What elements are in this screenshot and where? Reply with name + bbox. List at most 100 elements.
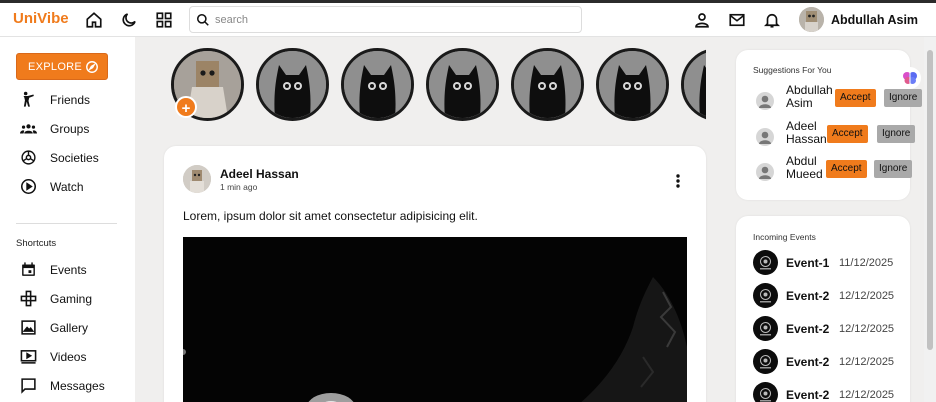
event-date: 12/12/2025	[839, 290, 895, 302]
person-placeholder-icon	[759, 131, 771, 144]
suggestion-first-name: Adeel	[786, 119, 817, 133]
event-logo	[753, 316, 778, 341]
shortcut-events[interactable]: Events	[20, 260, 130, 280]
event-date: 11/12/2025	[839, 257, 894, 269]
shortcut-messages[interactable]: Messages	[20, 376, 130, 396]
groups-icon	[20, 124, 37, 134]
event-row[interactable]: Event-2 12/12/2025	[753, 283, 903, 309]
shortcut-label: Gallery	[50, 321, 89, 335]
event-row[interactable]: Event-1 11/12/2025	[753, 250, 903, 276]
event-row[interactable]: Event-2 12/12/2025	[753, 382, 903, 402]
black-cat-icon	[599, 51, 666, 118]
shortcut-gallery[interactable]: Gallery	[20, 318, 130, 338]
dark-mode-icon[interactable]	[120, 11, 138, 29]
black-cat-icon	[344, 51, 411, 118]
profile-icon[interactable]	[693, 11, 711, 29]
suggestion-last-name: Mueed	[786, 167, 823, 181]
story-item[interactable]	[596, 48, 669, 121]
brain-icon	[903, 72, 917, 85]
explore-button[interactable]: EXPLORE	[16, 53, 108, 80]
more-options-icon[interactable]	[672, 173, 684, 189]
search-bar[interactable]	[189, 6, 582, 33]
accept-button[interactable]: Accept	[835, 89, 876, 107]
suggestions-title: Suggestions For You	[753, 65, 832, 75]
incoming-events-card: Incoming Events Event-1 11/12/2025 Event…	[736, 216, 910, 402]
sidebar-item-friends[interactable]: Friends	[20, 90, 130, 110]
scrollbar-thumb[interactable]	[927, 50, 933, 350]
suggestion-last-name: Hassan	[786, 132, 827, 146]
story-item[interactable]	[681, 48, 706, 121]
shortcut-videos[interactable]: Videos	[20, 347, 130, 367]
story-item[interactable]	[341, 48, 414, 121]
suggestions-card: Suggestions For You Abdullah Asim Accept …	[736, 50, 923, 200]
ignore-button[interactable]: Ignore	[884, 89, 923, 107]
story-item[interactable]	[511, 48, 584, 121]
post-author-name[interactable]: Adeel Hassan	[220, 167, 299, 181]
cave-photo-icon	[183, 237, 687, 402]
event-date: 12/12/2025	[839, 389, 895, 401]
society-emblem-icon	[753, 250, 778, 275]
sidebar-item-watch[interactable]: Watch	[20, 177, 130, 197]
suggestion-name[interactable]: Abdullah Asim	[786, 84, 838, 110]
suggestion-first-name: Abdullah	[786, 83, 833, 97]
shortcut-gaming[interactable]: Gaming	[20, 289, 130, 309]
accept-button[interactable]: Accept	[826, 160, 867, 178]
top-bar: UniVibe Abdullah Asim	[0, 0, 936, 37]
society-emblem-icon	[753, 316, 778, 341]
search-input[interactable]	[215, 11, 565, 29]
notification-bell-icon[interactable]	[763, 11, 781, 29]
apps-grid-icon[interactable]	[155, 11, 173, 29]
avatar[interactable]	[756, 92, 774, 110]
story-item[interactable]	[256, 48, 329, 121]
event-row[interactable]: Event-2 12/12/2025	[753, 349, 903, 375]
sidebar-item-groups[interactable]: Groups	[20, 119, 130, 139]
event-date: 12/12/2025	[839, 356, 895, 368]
home-icon[interactable]	[85, 11, 103, 29]
black-cat-icon	[259, 51, 326, 118]
ignore-button[interactable]: Ignore	[874, 160, 913, 178]
add-story-button[interactable]: +	[175, 96, 197, 118]
suggestion-last-name: Asim	[786, 96, 813, 110]
event-name: Event-2	[786, 355, 830, 369]
suggestion-first-name: Abdul	[786, 154, 817, 168]
app-logo[interactable]: UniVibe	[13, 10, 69, 27]
black-cat-icon	[684, 51, 706, 118]
message-icon	[21, 378, 36, 394]
avatar-illustration-icon	[799, 7, 824, 32]
post-card: Adeel Hassan 1 min ago Lorem, ipsum dolo…	[164, 146, 706, 402]
shortcut-label: Videos	[50, 350, 87, 364]
event-name: Event-2	[786, 289, 830, 303]
society-emblem-icon	[753, 349, 778, 374]
avatar[interactable]	[756, 163, 774, 181]
sidebar-item-societies[interactable]: Societies	[20, 148, 130, 168]
left-sidebar: EXPLORE Friends Groups Societies Watch S…	[0, 37, 135, 402]
user-avatar[interactable]	[799, 7, 824, 32]
shortcut-label: Events	[50, 263, 87, 277]
user-name[interactable]: Abdullah Asim	[831, 13, 918, 27]
story-item[interactable]	[426, 48, 499, 121]
suggestion-row: Abdullah Asim Accept Ignore	[756, 84, 923, 114]
event-row[interactable]: Event-2 12/12/2025	[753, 316, 903, 342]
shortcut-label: Messages	[50, 379, 105, 393]
avatar[interactable]	[756, 128, 774, 146]
search-icon	[196, 13, 209, 26]
post-author-avatar[interactable]	[183, 165, 211, 193]
explore-label: EXPLORE	[28, 61, 83, 73]
event-name: Event-2	[786, 322, 830, 336]
event-logo	[753, 382, 778, 402]
sidebar-item-label: Friends	[50, 93, 91, 107]
black-cat-icon	[514, 51, 581, 118]
event-logo	[753, 250, 778, 275]
compass-icon	[86, 61, 98, 73]
image-icon	[21, 320, 36, 335]
society-emblem-icon	[753, 283, 778, 308]
avatar-illustration-icon	[183, 165, 211, 193]
sidebar-item-label: Societies	[50, 151, 99, 165]
ignore-button[interactable]: Ignore	[877, 125, 916, 143]
event-date: 12/12/2025	[839, 323, 895, 335]
ai-assistant-button[interactable]	[899, 67, 921, 89]
mail-icon[interactable]	[728, 11, 746, 29]
post-image[interactable]	[183, 237, 687, 402]
accept-button[interactable]: Accept	[827, 125, 868, 143]
shortcut-label: Gaming	[50, 292, 93, 306]
